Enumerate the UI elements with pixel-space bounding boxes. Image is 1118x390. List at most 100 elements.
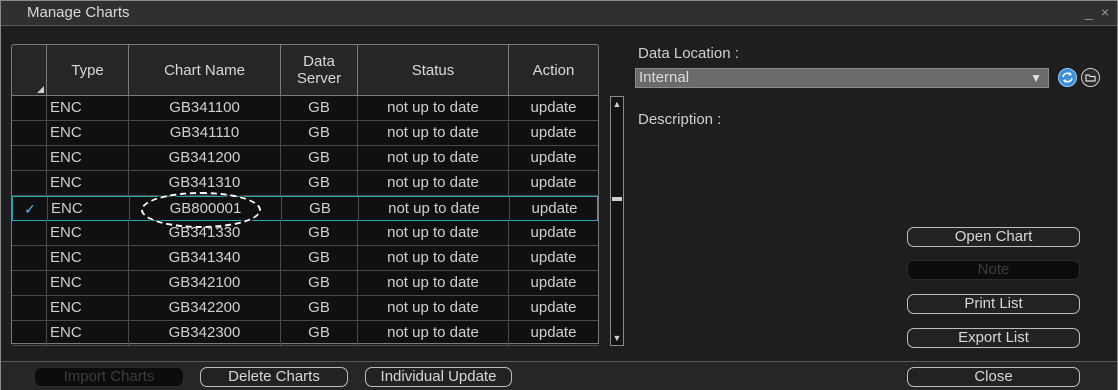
table-row[interactable]: ENC GB341310 GB not up to date update	[12, 171, 598, 196]
table-row[interactable]: ENC GB342300 GB not up to date update	[12, 321, 598, 346]
cell-action[interactable]: update	[510, 197, 599, 221]
cell-action[interactable]: update	[509, 146, 598, 170]
cell-chart-name: GB342100	[129, 271, 281, 295]
row-check-icon: ✓	[13, 197, 48, 221]
cell-chart-name: GB341340	[129, 246, 281, 270]
table-row[interactable]: ENC GB341200 GB not up to date update	[12, 146, 598, 171]
cell-action[interactable]: update	[509, 221, 598, 245]
table-row[interactable]: ENC GB342100 GB not up to date update	[12, 271, 598, 296]
bottom-button-bar: Import Charts Delete Charts Individual U…	[1, 361, 1117, 390]
data-location-value: Internal	[639, 69, 690, 86]
cell-status: not up to date	[358, 321, 509, 345]
data-location-select[interactable]: Internal ▼	[635, 68, 1049, 88]
cell-type: ENC	[47, 271, 129, 295]
charts-table: Type Chart Name Data Server Status Actio…	[11, 44, 599, 346]
data-location-label: Data Location :	[638, 45, 739, 62]
cell-chart-name: GB341100	[129, 96, 281, 120]
column-header-action[interactable]: Action	[509, 45, 598, 95]
cell-type: ENC	[47, 121, 129, 145]
row-check-icon	[12, 146, 47, 170]
cell-action[interactable]: update	[509, 271, 598, 295]
table-row[interactable]: ENC GB341110 GB not up to date update	[12, 121, 598, 146]
cell-action[interactable]: update	[509, 246, 598, 270]
individual-update-button[interactable]: Individual Update	[365, 367, 512, 387]
row-check-icon	[12, 96, 47, 120]
cell-status: not up to date	[359, 197, 510, 221]
row-check-icon	[12, 246, 47, 270]
window-title: Manage Charts	[27, 4, 130, 21]
column-header-chart-name[interactable]: Chart Name	[129, 45, 281, 95]
cell-type: ENC	[47, 96, 129, 120]
cell-chart-name: GB341200	[129, 146, 281, 170]
close-button[interactable]: Close	[907, 367, 1080, 387]
cell-chart-name: GB800001	[130, 197, 282, 221]
manage-charts-window: Manage Charts _ × Type Chart Name Data S…	[0, 0, 1118, 390]
table-row[interactable]: ✓ ENC GB800001 GB not up to date update	[12, 192, 599, 228]
column-header-type[interactable]: Type	[47, 45, 129, 95]
delete-charts-button[interactable]: Delete Charts	[200, 367, 348, 387]
import-charts-button[interactable]: Import Charts	[34, 367, 184, 387]
cell-status: not up to date	[358, 96, 509, 120]
cell-status: not up to date	[358, 121, 509, 145]
row-check-icon	[12, 171, 47, 195]
cell-type: ENC	[47, 246, 129, 270]
cell-type: ENC	[47, 321, 129, 345]
cell-data-server: GB	[282, 197, 359, 221]
window-controls[interactable]: _ ×	[1085, 4, 1111, 20]
cell-data-server: GB	[281, 96, 358, 120]
chevron-down-icon: ▼	[1030, 71, 1042, 85]
table-body: ENC GB341100 GB not up to date update ENC GB34…	[11, 96, 599, 346]
cell-action[interactable]: update	[509, 171, 598, 195]
table-row[interactable]: ENC GB341340 GB not up to date update	[12, 246, 598, 271]
cell-chart-name: GB341330	[129, 221, 281, 245]
cell-data-server: GB	[281, 246, 358, 270]
scroll-thumb[interactable]	[612, 197, 622, 201]
description-label: Description :	[638, 111, 722, 128]
cell-status: not up to date	[358, 171, 509, 195]
cell-type: ENC	[47, 221, 129, 245]
cell-chart-name: GB342200	[129, 296, 281, 320]
table-row[interactable]: ENC GB341330 GB not up to date update	[12, 221, 598, 246]
table-scrollbar[interactable]: ▲ ▼	[610, 96, 624, 346]
row-check-icon	[12, 296, 47, 320]
cell-action[interactable]: update	[509, 96, 598, 120]
open-chart-button[interactable]: Open Chart	[907, 227, 1080, 247]
refresh-icon[interactable]	[1058, 68, 1077, 87]
row-check-icon	[12, 221, 47, 245]
folder-icon[interactable]	[1081, 68, 1100, 87]
sort-corner-icon	[37, 86, 44, 93]
cell-status: not up to date	[358, 146, 509, 170]
cell-action[interactable]: update	[509, 296, 598, 320]
cell-status: not up to date	[358, 221, 509, 245]
cell-action[interactable]: update	[509, 121, 598, 145]
export-list-button[interactable]: Export List	[907, 328, 1080, 348]
table-header: Type Chart Name Data Server Status Actio…	[11, 44, 599, 96]
cell-chart-name: GB341110	[129, 121, 281, 145]
cell-status: not up to date	[358, 271, 509, 295]
cell-type: ENC	[48, 197, 130, 221]
cell-action[interactable]: update	[509, 321, 598, 345]
cell-data-server: GB	[281, 321, 358, 345]
column-header-status[interactable]: Status	[358, 45, 509, 95]
row-check-icon	[12, 321, 47, 345]
scroll-down-icon[interactable]: ▼	[612, 332, 622, 344]
select-all-header[interactable]	[12, 45, 47, 95]
table-row[interactable]: ENC GB341100 GB not up to date update	[12, 96, 598, 121]
cell-chart-name: GB341310	[129, 171, 281, 195]
scroll-up-icon[interactable]: ▲	[612, 98, 622, 110]
cell-chart-name: GB342300	[129, 321, 281, 345]
print-list-button[interactable]: Print List	[907, 294, 1080, 314]
cell-type: ENC	[47, 171, 129, 195]
table-row[interactable]: ENC GB342200 GB not up to date update	[12, 296, 598, 321]
cell-type: ENC	[47, 146, 129, 170]
cell-status: not up to date	[358, 246, 509, 270]
cell-status: not up to date	[358, 296, 509, 320]
note-button[interactable]: Note	[907, 260, 1080, 280]
column-header-data-server[interactable]: Data Server	[281, 45, 358, 95]
cell-data-server: GB	[281, 146, 358, 170]
cell-data-server: GB	[281, 121, 358, 145]
row-check-icon	[12, 121, 47, 145]
cell-type: ENC	[47, 296, 129, 320]
row-check-icon	[12, 271, 47, 295]
cell-data-server: GB	[281, 171, 358, 195]
